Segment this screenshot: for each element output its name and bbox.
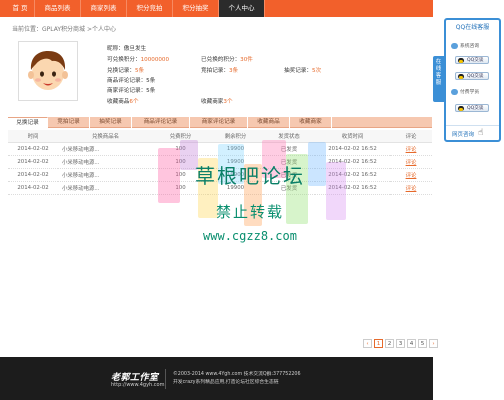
cell-product-name[interactable]: 小米移动电源... [58, 142, 153, 156]
merchant-comments-value: 5条 [146, 88, 156, 94]
tab-exchange-records[interactable]: 兑换记录 [8, 117, 48, 128]
comment-link[interactable]: 评论 [406, 147, 417, 153]
exchange-records-value: 5条 [134, 68, 145, 74]
footer-copyright: ©2003-2014 www.4Ygh.com 技术交流Q群:377752206 [173, 372, 301, 377]
chat-icon [451, 88, 458, 95]
comment-link[interactable]: 评论 [406, 160, 417, 166]
product-comments-row: 商品评论记录：5条 [107, 78, 156, 84]
online-service-tab[interactable]: 在线客服 [433, 56, 444, 102]
cell-comment: 评论 [390, 181, 432, 195]
watermark-url: www.cgzz8.com [203, 229, 297, 243]
col-product-name: 兑换商品名 [58, 130, 153, 143]
watermark-subtitle: 禁止转载 [215, 203, 284, 221]
watermark-blocks [150, 140, 350, 240]
footer: 老郭工作室 http://www.4gyh.com ©2003-2014 www… [0, 357, 433, 400]
cell-comment: 评论 [390, 168, 432, 182]
qq-chat-button[interactable]: QQ交谈 [455, 72, 489, 80]
page-1[interactable]: 1 [374, 339, 383, 348]
cell-product-name[interactable]: 小米移动电源... [58, 168, 153, 182]
comment-link[interactable]: 评论 [406, 186, 417, 192]
footer-slogan: 开发crazy系列精品应用,打造论坛社区综合生态链 [173, 380, 279, 385]
footer-info: ©2003-2014 www.4Ygh.com 技术交流Q群:377752206… [173, 371, 301, 387]
cell-product-name[interactable]: 小米移动电源... [58, 155, 153, 169]
cell-time: 2014-02-02 [8, 181, 58, 195]
lottery-records-value: 5次 [311, 68, 322, 74]
tab-lottery-records[interactable]: 抽奖记录 [90, 117, 132, 128]
col-time: 时间 [8, 130, 58, 143]
comment-link[interactable]: 评论 [406, 173, 417, 179]
cell-time: 2014-02-02 [8, 168, 58, 182]
lottery-records-row: 抽奖记录：5次 [284, 68, 322, 74]
nav-auction[interactable]: 积分竞拍 [127, 0, 173, 17]
qq-chat-button[interactable]: QQ交谈 [455, 56, 489, 64]
qq-icon [458, 74, 464, 79]
tab-bid-records[interactable]: 竞拍记录 [48, 117, 90, 128]
cell-time: 2014-02-02 [8, 155, 58, 169]
footer-divider [165, 369, 166, 389]
page-2[interactable]: 2 [385, 339, 394, 348]
qq-service-title: QQ在线客服 [455, 24, 490, 31]
fav-products-row: 收藏商品6个 [107, 99, 139, 105]
available-points-value: 10000000 [140, 57, 170, 63]
cell-comment: 评论 [390, 155, 432, 169]
breadcrumb: 当前位置：GPLAY积分商城 >个人中心 [12, 26, 116, 33]
fav-products-value: 6个 [129, 99, 139, 105]
avatar [18, 41, 78, 101]
qq-chat-button[interactable]: QQ交谈 [455, 104, 489, 112]
bid-records-value: 3条 [228, 68, 239, 74]
web-consult-link[interactable]: 网页咨询 [446, 125, 499, 138]
cell-product-name[interactable]: 小米移动电源... [58, 181, 153, 195]
redeemed-points-row: 已兑换的积分：30件 [201, 57, 253, 63]
product-comments-value: 5条 [146, 78, 156, 84]
nav-products[interactable]: 商品列表 [35, 0, 81, 17]
pagination: ‹ 1 2 3 4 5 › [363, 339, 438, 348]
merchant-comments-row: 商家评论记录：5条 [107, 88, 156, 94]
system-consult-row[interactable]: 系统咨询 [451, 42, 479, 49]
page-3[interactable]: 3 [396, 339, 405, 348]
cell-time: 2014-02-02 [8, 142, 58, 156]
qq-icon [458, 58, 464, 63]
prev-page-button[interactable]: ‹ [363, 339, 372, 348]
redeemed-points-value: 30件 [240, 57, 253, 63]
page-5[interactable]: 5 [418, 339, 427, 348]
cartoon-boy-avatar [28, 51, 68, 90]
page-4[interactable]: 4 [407, 339, 416, 348]
tab-merchant-comments[interactable]: 商家评论记录 [190, 117, 248, 128]
tab-product-comments[interactable]: 商品评论记录 [132, 117, 190, 128]
nickname-row: 昵称：傲旦发生 [107, 46, 147, 52]
record-tabs: 兑换记录 竞拍记录 抽奖记录 商品评论记录 商家评论记录 收藏商品 收藏商家 [8, 117, 432, 128]
next-page-button[interactable]: › [429, 339, 438, 348]
tab-fav-products[interactable]: 收藏商品 [248, 117, 290, 128]
exchange-records-row: 兑换记录：5条 [107, 68, 145, 74]
chat-icon [451, 42, 458, 49]
nav-merchants[interactable]: 商家列表 [81, 0, 127, 17]
footer-url[interactable]: http://www.4gyh.com [111, 382, 164, 388]
available-points-row: 可兑换积分：10000000 [107, 57, 170, 63]
cell-comment: 评论 [390, 142, 432, 156]
tab-fav-merchants[interactable]: 收藏商家 [290, 117, 332, 128]
fav-merchants-value: 3个 [223, 99, 233, 105]
col-comment: 评论 [390, 130, 432, 143]
nav-home[interactable]: 首 页 [6, 0, 35, 17]
nav-lottery[interactable]: 积分抽奖 [173, 0, 219, 17]
paid-student-row[interactable]: 付费学员 [451, 88, 479, 95]
top-nav: 首 页 商品列表 商家列表 积分竞拍 积分抽奖 个人中心 [0, 0, 433, 17]
bid-records-row: 竞拍记录：3条 [201, 68, 239, 74]
hand-cursor-icon: ☝ [478, 128, 484, 138]
qq-service-panel: QQ在线客服 系统咨询 QQ交谈 QQ交谈 付费学员 QQ交谈 网页咨询 [444, 18, 501, 142]
side-tab-label: 在线客服 [435, 59, 442, 86]
fav-merchants-row: 收藏商家3个 [201, 99, 233, 105]
qq-icon [458, 106, 464, 111]
watermark-title: 草根吧论坛 [195, 164, 305, 188]
nickname-value: 傲旦发生 [123, 46, 147, 52]
nav-user-center[interactable]: 个人中心 [219, 0, 265, 17]
